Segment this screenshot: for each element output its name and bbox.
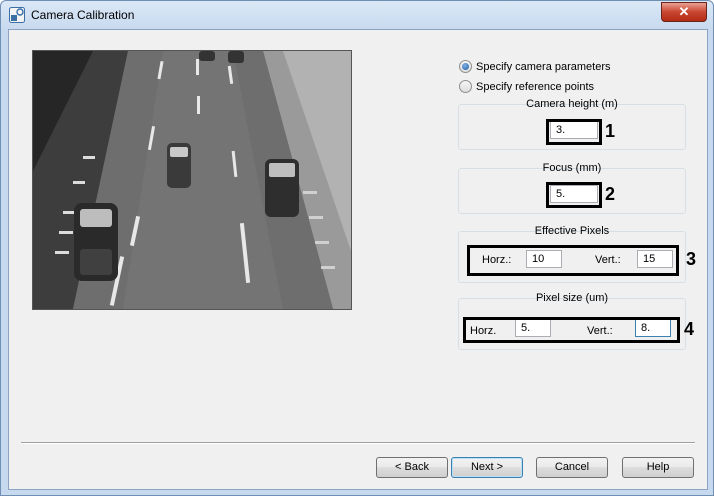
radio-specify-camera-parameters[interactable]: Specify camera parameters [459, 60, 611, 73]
radio-specify-reference-points[interactable]: Specify reference points [459, 80, 594, 93]
callout-number-3: 3 [686, 249, 697, 269]
title-bar: Camera Calibration ✕ [1, 1, 713, 29]
cancel-button[interactable]: Cancel [536, 457, 608, 478]
calibration-window: Camera Calibration ✕ Specify camera para… [0, 0, 714, 496]
callout-highlight-1 [546, 119, 602, 145]
radio-unchecked-icon[interactable] [459, 80, 472, 93]
callout-highlight-2 [546, 182, 602, 208]
back-button[interactable]: < Back [376, 457, 448, 478]
radio-label[interactable]: Specify reference points [476, 81, 594, 93]
callout-number-1: 1 [605, 121, 616, 141]
close-icon[interactable]: ✕ [679, 4, 690, 19]
dialog-client-area: Specify camera parameters Specify refere… [8, 29, 708, 490]
button-separator [21, 442, 695, 444]
camera-preview-image [32, 50, 352, 310]
window-title: Camera Calibration [31, 8, 135, 22]
group-title: Focus (mm) [542, 162, 602, 174]
radio-label[interactable]: Specify camera parameters [476, 61, 611, 73]
callout-highlight-4 [463, 317, 680, 343]
group-title: Pixel size (um) [535, 292, 609, 304]
callout-number-2: 2 [605, 184, 616, 204]
callout-highlight-3 [467, 245, 679, 276]
close-button[interactable]: ✕ [661, 2, 707, 22]
help-button[interactable]: Help [622, 457, 694, 478]
callout-number-4: 4 [684, 319, 695, 339]
radio-checked-icon[interactable] [459, 60, 472, 73]
group-title: Effective Pixels [534, 225, 610, 237]
next-button[interactable]: Next > [451, 457, 523, 478]
app-icon [9, 7, 25, 23]
group-title: Camera height (m) [526, 98, 618, 110]
